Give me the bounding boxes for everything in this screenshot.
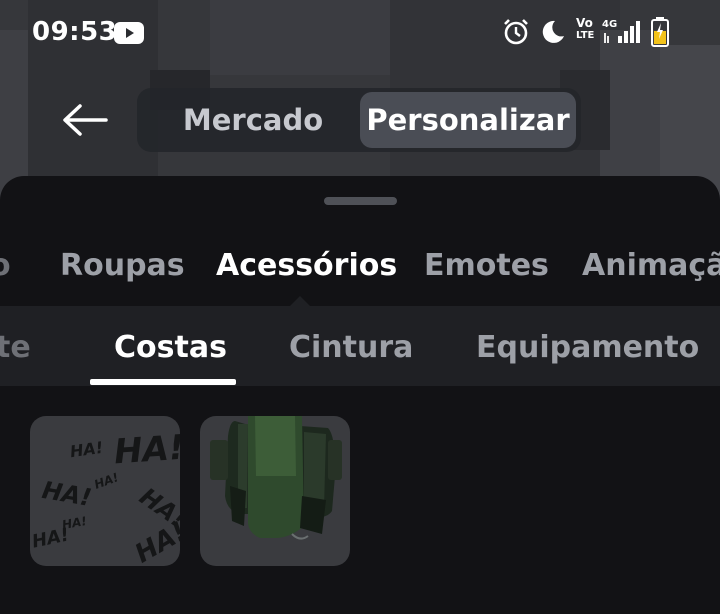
volte-icon: Vo LTE	[576, 17, 598, 42]
4g-signal-icon: 4G	[602, 19, 640, 49]
active-subtab-underline	[90, 379, 236, 385]
tab-acessorios[interactable]: Acessórios	[216, 248, 397, 283]
tab-previous-partial[interactable]: o	[0, 248, 11, 283]
back-button[interactable]	[58, 100, 110, 140]
item-ha-text: HA!	[39, 475, 94, 513]
customize-sheet: o Roupas Acessórios Emotes Animação te C…	[0, 176, 720, 614]
arrow-left-icon	[63, 104, 108, 136]
subcategory-tabs: te Costas Cintura Equipamento	[0, 306, 720, 386]
segment-personalizar[interactable]: Personalizar	[360, 92, 576, 148]
subtab-costas[interactable]: Costas	[114, 330, 227, 365]
item-tile-armored-backpack[interactable]	[200, 416, 350, 566]
subtab-equipamento[interactable]: Equipamento	[476, 330, 699, 365]
tab-emotes[interactable]: Emotes	[424, 248, 549, 283]
subtab-cintura[interactable]: Cintura	[289, 330, 413, 365]
item-ha-text: HA!	[68, 437, 105, 462]
moon-icon	[540, 19, 566, 49]
alarm-icon	[502, 18, 530, 50]
network-type-label: 4G	[602, 19, 618, 30]
tab-animacao[interactable]: Animação	[582, 248, 720, 283]
segment-mercado[interactable]: Mercado	[173, 92, 333, 148]
subtab-previous-partial[interactable]: te	[0, 330, 31, 365]
item-tile-ha-pattern[interactable]: HA! HA! HA! HA! HA! HA! HA! HA!	[30, 416, 180, 566]
status-time: 09:53	[32, 17, 118, 47]
item-ha-text: HA!	[130, 516, 180, 566]
armored-backpack-image	[210, 416, 342, 540]
drag-handle[interactable]	[324, 197, 397, 205]
volte-top-label: Vo	[576, 16, 593, 30]
mode-segmented-control: Mercado Personalizar	[137, 88, 581, 152]
item-ha-text: HA!	[112, 427, 180, 473]
battery-icon	[651, 17, 669, 51]
item-ha-text: HA!	[60, 513, 88, 533]
status-bar: 09:53 Vo LTE 4G	[0, 0, 720, 64]
item-ha-text: HA!	[92, 470, 121, 492]
volte-bottom-label: LTE	[576, 30, 595, 41]
youtube-icon	[114, 22, 144, 48]
tab-roupas[interactable]: Roupas	[60, 248, 185, 283]
